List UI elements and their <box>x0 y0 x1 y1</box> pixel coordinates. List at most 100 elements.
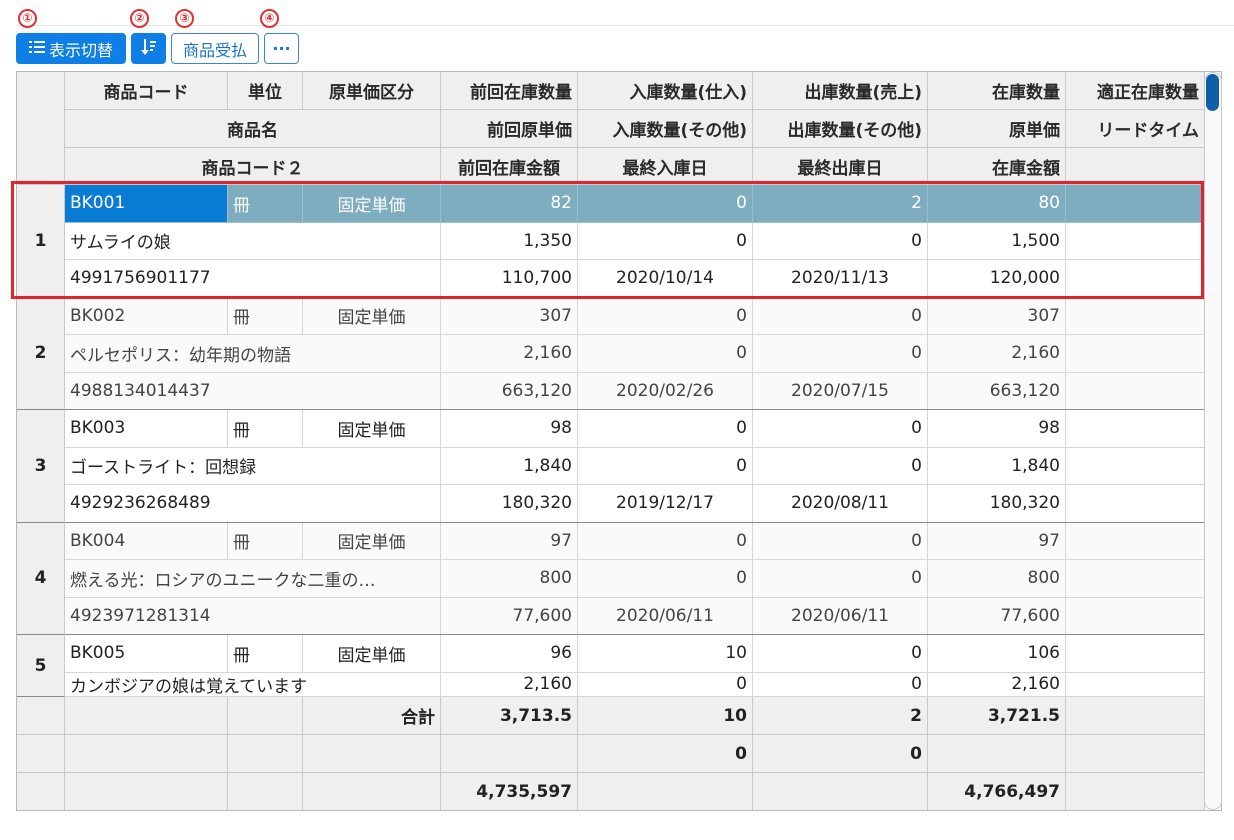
cell-proper-qty[interactable] <box>1066 297 1205 335</box>
cell-code[interactable]: BK001 <box>65 185 228 223</box>
cell-cost-type[interactable]: 固定単価 <box>303 522 441 560</box>
col-header-name[interactable]: 商品名 <box>65 110 441 148</box>
cell-proper-qty[interactable] <box>1066 522 1205 560</box>
more-button[interactable]: ··· <box>264 33 299 64</box>
cell-lead-time[interactable] <box>1066 560 1205 598</box>
cell-unit[interactable]: 冊 <box>228 522 303 560</box>
cell-blank[interactable] <box>1066 372 1205 410</box>
display-toggle-button[interactable]: 表示切替 <box>16 33 126 64</box>
cell-last-out[interactable]: 2020/07/15 <box>753 372 928 410</box>
cell-prev-cost[interactable]: 2,160 <box>441 672 578 697</box>
cell-prev-cost[interactable]: 800 <box>441 560 578 598</box>
cell-blank[interactable] <box>1066 597 1205 635</box>
cell-cost-type[interactable]: 固定単価 <box>303 410 441 448</box>
cell-name[interactable]: カンボジアの娘は覚えています <box>65 672 441 697</box>
cell-in-purchase[interactable]: 0 <box>578 410 753 448</box>
cell-blank[interactable] <box>1066 485 1205 523</box>
cell-prev-qty[interactable]: 98 <box>441 410 578 448</box>
cell-out-sales[interactable]: 2 <box>753 185 928 223</box>
col-header-out-other[interactable]: 出庫数量(その他) <box>753 110 928 148</box>
col-header-prev-amount[interactable]: 前回在庫金額 <box>441 148 578 185</box>
cell-prev-qty[interactable]: 82 <box>441 185 578 223</box>
cell-lead-time[interactable] <box>1066 672 1205 697</box>
cell-stock-qty[interactable]: 97 <box>928 522 1066 560</box>
cell-out-other[interactable]: 0 <box>753 222 928 260</box>
cell-code[interactable]: BK005 <box>65 635 228 673</box>
col-header-in-purchase[interactable]: 入庫数量(仕入) <box>578 72 753 110</box>
cell-out-other[interactable]: 0 <box>753 335 928 373</box>
col-header-proper-qty[interactable]: 適正在庫数量 <box>1066 72 1205 110</box>
row-number[interactable]: 1 <box>17 185 65 298</box>
cell-unit-cost[interactable]: 2,160 <box>928 672 1066 697</box>
cell-out-other[interactable]: 0 <box>753 672 928 697</box>
cell-out-sales[interactable]: 0 <box>753 635 928 673</box>
cell-code2[interactable]: 4929236268489 <box>65 485 441 523</box>
cell-stock-qty[interactable]: 98 <box>928 410 1066 448</box>
cell-code[interactable]: BK003 <box>65 410 228 448</box>
cell-in-other[interactable]: 0 <box>578 335 753 373</box>
row-number[interactable]: 5 <box>17 635 65 697</box>
col-header-amount[interactable]: 在庫金額 <box>928 148 1066 185</box>
col-header-unit-cost[interactable]: 原単価 <box>928 110 1066 148</box>
cell-prev-amount[interactable]: 180,320 <box>441 485 578 523</box>
col-header-stock-qty[interactable]: 在庫数量 <box>928 72 1066 110</box>
cell-last-in[interactable]: 2020/02/26 <box>578 372 753 410</box>
cell-amount[interactable]: 180,320 <box>928 485 1066 523</box>
cell-proper-qty[interactable] <box>1066 410 1205 448</box>
cell-unit[interactable]: 冊 <box>228 297 303 335</box>
cell-last-out[interactable]: 2020/06/11 <box>753 597 928 635</box>
cell-out-sales[interactable]: 0 <box>753 410 928 448</box>
cell-name[interactable]: サムライの娘 <box>65 222 441 260</box>
cell-stock-qty[interactable]: 80 <box>928 185 1066 223</box>
cell-code[interactable]: BK004 <box>65 522 228 560</box>
cell-out-sales[interactable]: 0 <box>753 522 928 560</box>
cell-code2[interactable]: 4988134014437 <box>65 372 441 410</box>
cell-out-other[interactable]: 0 <box>753 560 928 598</box>
cell-prev-cost[interactable]: 2,160 <box>441 335 578 373</box>
vertical-scrollbar[interactable] <box>1204 72 1222 810</box>
cell-last-out[interactable]: 2020/08/11 <box>753 485 928 523</box>
cell-code2[interactable]: 4991756901177 <box>65 260 441 298</box>
cell-prev-amount[interactable]: 663,120 <box>441 372 578 410</box>
cell-prev-cost[interactable]: 1,840 <box>441 447 578 485</box>
col-header-prev-qty[interactable]: 前回在庫数量 <box>441 72 578 110</box>
cell-name[interactable]: 燃える光：ロシアのユニークな二重の… <box>65 560 441 598</box>
sort-button[interactable] <box>131 33 166 64</box>
cell-name[interactable]: ゴーストライト：回想録 <box>65 447 441 485</box>
cell-proper-qty[interactable] <box>1066 635 1205 673</box>
cell-out-sales[interactable]: 0 <box>753 297 928 335</box>
cell-amount[interactable]: 663,120 <box>928 372 1066 410</box>
col-header-out-sales[interactable]: 出庫数量(売上) <box>753 72 928 110</box>
cell-cost-type[interactable]: 固定単価 <box>303 297 441 335</box>
cell-in-purchase[interactable]: 0 <box>578 522 753 560</box>
cell-unit[interactable]: 冊 <box>228 410 303 448</box>
col-header-last-in[interactable]: 最終入庫日 <box>578 148 753 185</box>
cell-cost-type[interactable]: 固定単価 <box>303 635 441 673</box>
col-header-code[interactable]: 商品コード <box>65 72 228 110</box>
scrollbar-thumb[interactable] <box>1206 74 1219 111</box>
cell-lead-time[interactable] <box>1066 335 1205 373</box>
cell-blank[interactable] <box>1066 260 1205 298</box>
row-number[interactable]: 2 <box>17 297 65 410</box>
goods-receipt-button[interactable]: 商品受払 <box>171 33 259 64</box>
cell-last-out[interactable]: 2020/11/13 <box>753 260 928 298</box>
cell-in-purchase[interactable]: 0 <box>578 297 753 335</box>
col-header-last-out[interactable]: 最終出庫日 <box>753 148 928 185</box>
col-header-in-other[interactable]: 入庫数量(その他) <box>578 110 753 148</box>
cell-in-purchase[interactable]: 0 <box>578 185 753 223</box>
col-header-prev-cost[interactable]: 前回原単価 <box>441 110 578 148</box>
cell-unit-cost[interactable]: 1,500 <box>928 222 1066 260</box>
cell-cost-type[interactable]: 固定単価 <box>303 185 441 223</box>
cell-last-in[interactable]: 2020/10/14 <box>578 260 753 298</box>
col-header-cost-type[interactable]: 原単価区分 <box>303 72 441 110</box>
cell-last-in[interactable]: 2019/12/17 <box>578 485 753 523</box>
cell-prev-cost[interactable]: 1,350 <box>441 222 578 260</box>
cell-stock-qty[interactable]: 307 <box>928 297 1066 335</box>
cell-prev-amount[interactable]: 77,600 <box>441 597 578 635</box>
row-number[interactable]: 3 <box>17 410 65 523</box>
cell-unit-cost[interactable]: 2,160 <box>928 335 1066 373</box>
cell-amount[interactable]: 77,600 <box>928 597 1066 635</box>
col-header-code2[interactable]: 商品コード２ <box>65 148 441 185</box>
cell-prev-qty[interactable]: 307 <box>441 297 578 335</box>
cell-amount[interactable]: 120,000 <box>928 260 1066 298</box>
